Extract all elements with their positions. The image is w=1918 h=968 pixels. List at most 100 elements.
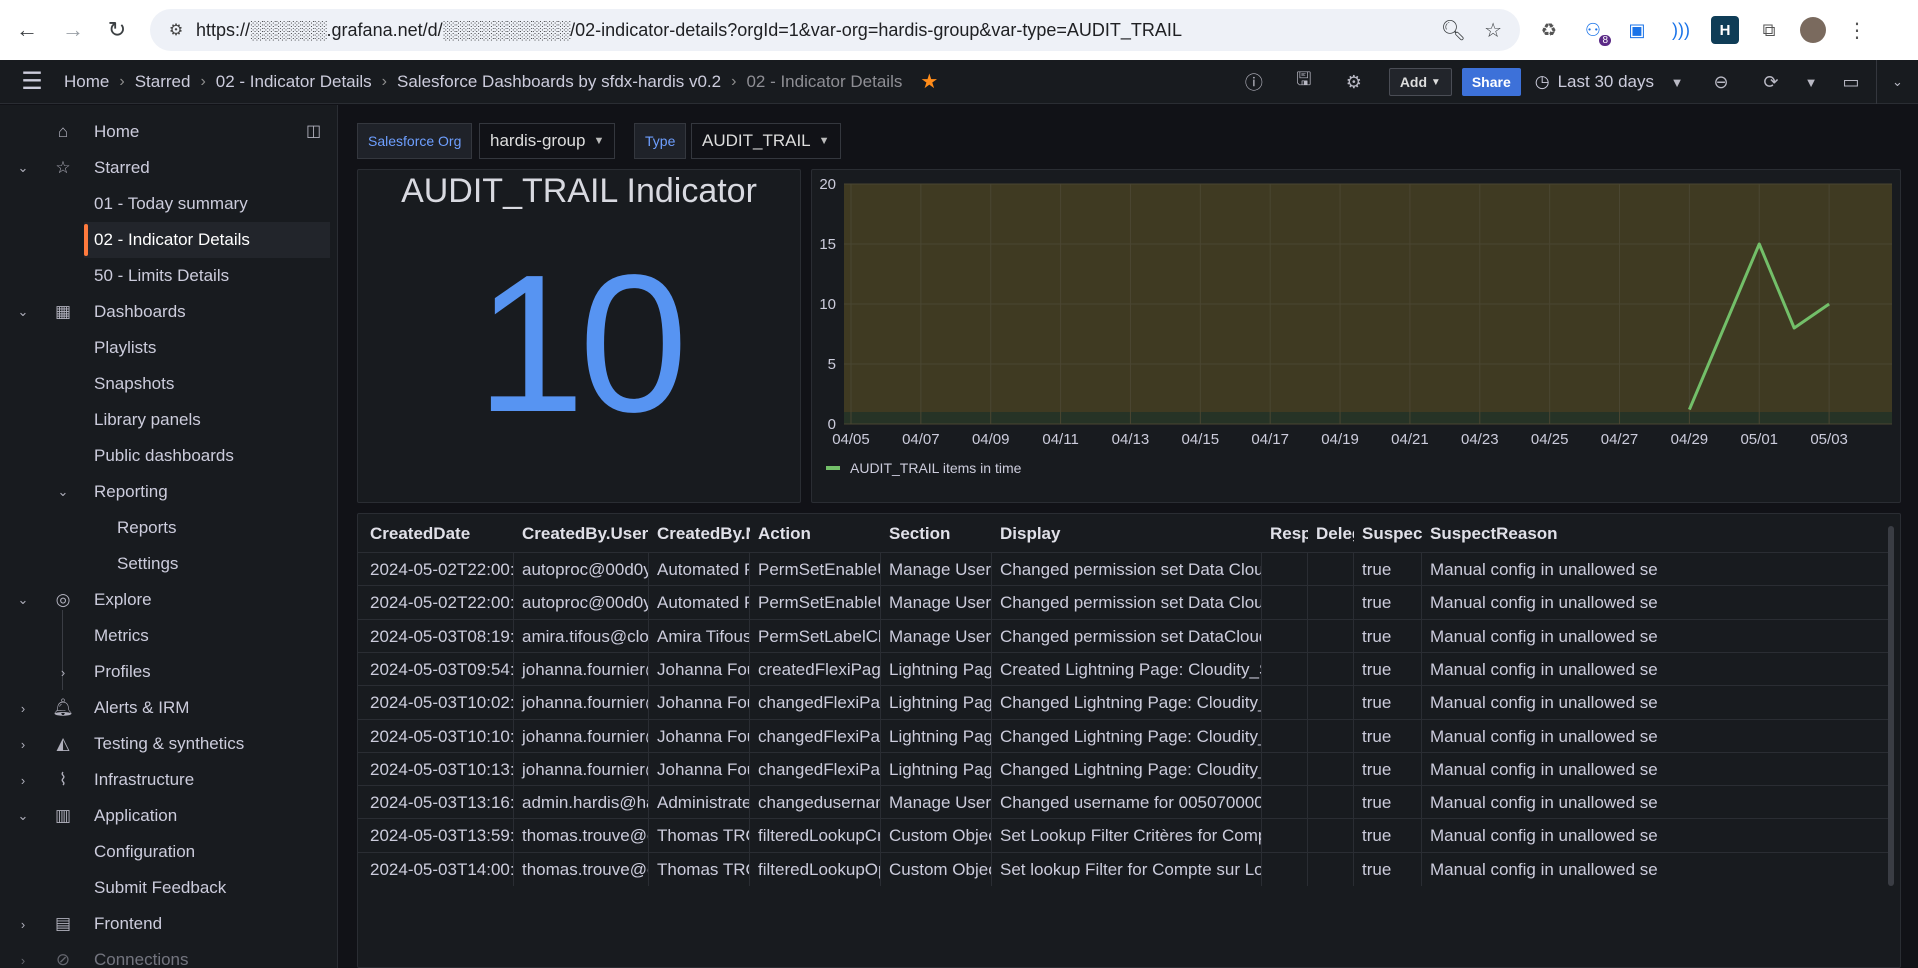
recycle-extension-icon[interactable]: ♻ [1535, 16, 1563, 44]
sidebar-item-reporting[interactable]: ⌄ Reporting [0, 474, 330, 510]
sidebar-item-public-dashboards[interactable]: Public dashboards [0, 438, 330, 474]
table-row[interactable]: 2024-05-03T13:16:26.0admin.hardis@hardis… [358, 785, 1888, 820]
table-cell: true [1354, 852, 1422, 886]
site-info-icon[interactable]: ⚙ [156, 20, 196, 40]
sidebar-item-dashboards[interactable]: ⌄ ▦ Dashboards [0, 294, 330, 330]
table-scrollbar[interactable] [1888, 526, 1894, 886]
sidebar-item-profiles[interactable]: › Profiles [0, 654, 330, 690]
table-row[interactable]: 2024-05-02T22:00:09.autoproc@00d0y000Aut… [358, 585, 1888, 620]
column-header[interactable]: SuspectReason [1430, 524, 1852, 544]
table-row[interactable]: 2024-05-03T10:10:05.0johanna.fournier@cl… [358, 718, 1888, 753]
sidebar-item-testing[interactable]: › ◭ Testing & synthetics [0, 726, 330, 762]
sidebar-item-home[interactable]: ⌂ Home [0, 114, 330, 150]
column-header[interactable]: CreatedBy.Na [657, 524, 750, 544]
favorite-star-icon[interactable]: ★ [920, 69, 938, 94]
sidebar-item-reports[interactable]: Reports [0, 510, 330, 546]
extension-badge-icon[interactable]: ⚇ 8 [1579, 16, 1611, 46]
chevron-down-icon[interactable]: ⌄ [14, 160, 32, 176]
timeseries-panel[interactable]: 0 5 10 15 20 04/05 04/07 04/09 04/11 04/13 04/15 04… [811, 169, 1901, 503]
breadcrumb-indicator-details[interactable]: 02 - Indicator Details [216, 72, 372, 92]
sidebar-item-submit-feedback[interactable]: Submit Feedback [0, 870, 330, 906]
sidebar-item-playlists[interactable]: Playlists [0, 330, 330, 366]
org-variable-select[interactable]: hardis-group ▼ [479, 123, 616, 159]
audit-trail-table-panel[interactable]: CreatedDate CreatedBy.Usernam CreatedBy.Na… [357, 513, 1901, 968]
sidebar-item-explore[interactable]: ⌄ ◎ Explore [0, 582, 330, 618]
share-button[interactable]: Share [1461, 68, 1521, 96]
reload-icon[interactable]: ↻ [96, 9, 138, 51]
type-variable-select[interactable]: AUDIT_TRAIL ▼ [691, 123, 841, 159]
back-icon[interactable]: ← [6, 9, 48, 51]
sidebar-item-infrastructure[interactable]: › ⌇ Infrastructure [0, 762, 330, 798]
sidebar-item-frontend[interactable]: › ▤ Frontend [0, 906, 330, 942]
time-range-label: Last 30 days [1557, 72, 1654, 91]
column-header[interactable]: Display [1000, 524, 1262, 544]
table-row[interactable]: 2024-05-03T13:59:28.0thomas.trouve@clouT… [358, 818, 1888, 853]
url-text[interactable]: https://░░░░░░.grafana.net/d/░░░░░░░░░░/… [196, 20, 1182, 41]
sidebar-item-starred[interactable]: ⌄ ☆ Starred [0, 150, 330, 186]
table-row[interactable]: 2024-05-03T09:54:18.0johanna.fournier@cl… [358, 651, 1888, 686]
sidebar-item-indicator-details[interactable]: 02 - Indicator Details [84, 222, 330, 258]
bookmark-star-icon[interactable]: ☆ [1484, 18, 1502, 43]
column-header[interactable]: Resp [1270, 524, 1308, 544]
sidebar-item-library-panels[interactable]: Library panels [0, 402, 330, 438]
chevron-down-icon[interactable]: ⌄ [14, 592, 32, 608]
stat-panel[interactable]: AUDIT_TRAIL Indicator 10 [357, 169, 801, 503]
column-header[interactable]: CreatedDate [370, 524, 514, 544]
table-row[interactable]: 2024-05-02T22:00:09.autoproc@00d0y000Aut… [358, 552, 1888, 586]
table-cell [1262, 553, 1308, 586]
chevron-right-icon[interactable]: › [54, 665, 72, 680]
zoom-icon[interactable]: 🔍︎ [1441, 18, 1466, 43]
table-row[interactable]: 2024-05-03T08:19:49.0amira.tifous@cloudi… [358, 618, 1888, 653]
column-header[interactable]: Section [889, 524, 992, 544]
sidebar-item-limits-details[interactable]: 50 - Limits Details [0, 258, 330, 294]
h-extension-icon[interactable]: H [1711, 16, 1739, 44]
chevron-right-icon[interactable]: › [14, 917, 32, 932]
column-header[interactable]: Deleg [1316, 524, 1354, 544]
sidebar-item-today-summary[interactable]: 01 - Today summary [0, 186, 330, 222]
sidebar-item-configuration[interactable]: Configuration [0, 834, 330, 870]
table-row[interactable]: 2024-05-03T14:00:10.0thomas.trouve@clouT… [358, 851, 1888, 886]
chevron-down-icon[interactable]: ⌄ [14, 808, 32, 824]
chevron-right-icon[interactable]: › [14, 773, 32, 788]
address-bar[interactable]: ⚙ https://░░░░░░.grafana.net/d/░░░░░░░░░… [150, 9, 1520, 51]
wifi-extension-icon[interactable]: ))) [1667, 16, 1695, 44]
sidebar-item-connections[interactable]: › ⊘ Connections [0, 942, 330, 968]
table-cell: Thomas TROUV [649, 819, 750, 853]
chevron-right-icon[interactable]: › [14, 953, 32, 968]
sidebar-item-label: Connections [94, 950, 189, 968]
save-icon[interactable]: 🖫 [1279, 60, 1329, 104]
chevron-right-icon[interactable]: › [14, 737, 32, 752]
breadcrumb-starred[interactable]: Starred [135, 72, 191, 92]
table-row[interactable]: 2024-05-03T10:13:29.0johanna.fournier@cl… [358, 751, 1888, 786]
add-button[interactable]: Add ▼ [1388, 68, 1452, 96]
extensions-puzzle-icon[interactable]: ⧉ [1755, 16, 1783, 44]
tv-mode-icon[interactable]: ▭ [1826, 60, 1876, 104]
browser-menu-icon[interactable]: ⋮ [1843, 16, 1871, 44]
forward-icon[interactable]: → [52, 9, 94, 51]
menu-icon[interactable]: ☰ [0, 60, 64, 104]
column-header[interactable]: Action [758, 524, 881, 544]
sidebar-item-application[interactable]: ⌄ ▥ Application [0, 798, 330, 834]
sidebar-item-snapshots[interactable]: Snapshots [0, 366, 330, 402]
refresh-icon[interactable]: ⟳ [1746, 60, 1796, 104]
y-tick-label: 5 [828, 356, 836, 373]
breadcrumb-home[interactable]: Home [64, 72, 109, 92]
dashboard-info-icon[interactable]: ⓘ [1229, 60, 1279, 104]
refresh-interval-chevron-icon[interactable]: ▼ [1796, 75, 1826, 90]
chevron-down-icon[interactable]: ⌄ [54, 484, 72, 500]
time-range-picker[interactable]: ◷ Last 30 days ▼ [1535, 72, 1692, 92]
sidebar-item-metrics[interactable]: Metrics [0, 618, 330, 654]
settings-gear-icon[interactable]: ⚙ [1329, 60, 1379, 104]
zoom-out-icon[interactable]: ⊖ [1696, 60, 1746, 104]
profile-avatar[interactable] [1799, 16, 1827, 44]
column-header[interactable]: CreatedBy.Usernam [522, 524, 649, 544]
column-header[interactable]: Suspect [1362, 524, 1422, 544]
sidebar-item-alerts[interactable]: › 🔔︎ Alerts & IRM [0, 690, 330, 726]
kiosk-chevron-icon[interactable]: ⌄ [1876, 60, 1918, 104]
screenshot-extension-icon[interactable]: ▣ [1623, 16, 1651, 44]
sidebar-item-reporting-settings[interactable]: Settings [0, 546, 330, 582]
table-row[interactable]: 2024-05-03T10:02:00.0johanna.fournier@cl… [358, 685, 1888, 720]
chevron-down-icon[interactable]: ⌄ [14, 304, 32, 320]
chevron-right-icon[interactable]: › [14, 701, 32, 716]
breadcrumb-folder[interactable]: Salesforce Dashboards by sfdx-hardis v0.… [397, 72, 721, 92]
